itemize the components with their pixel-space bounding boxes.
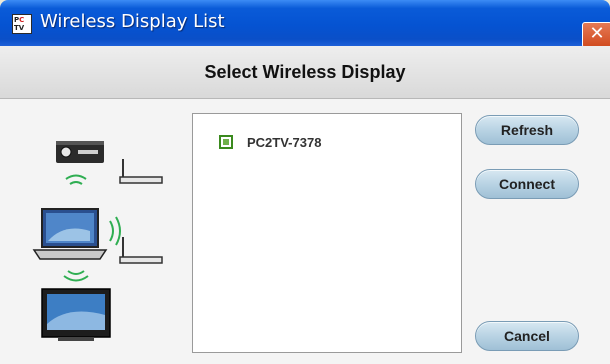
dialog-header: Select Wireless Display <box>0 46 610 99</box>
wireless-connection-illustration <box>32 141 163 341</box>
dialog-content: PC2TV-7378 Refresh Connect Cancel <box>0 99 610 364</box>
title-bar[interactable]: PC TV Wireless Display List ✕ <box>0 0 610 48</box>
laptop-icon <box>32 208 108 260</box>
window-title: Wireless Display List <box>40 11 225 32</box>
close-button[interactable]: ✕ <box>582 22 610 48</box>
display-checkbox[interactable] <box>219 135 233 149</box>
access-point-bottom-icon <box>119 237 163 264</box>
signal-waves-bottom-icon <box>63 270 89 282</box>
refresh-button[interactable]: Refresh <box>475 115 579 145</box>
wireless-display-list[interactable]: PC2TV-7378 <box>192 113 462 353</box>
projector-icon <box>56 141 104 163</box>
access-point-icon <box>119 159 163 184</box>
display-name-label: PC2TV-7378 <box>247 135 322 150</box>
cancel-button[interactable]: Cancel <box>475 321 579 351</box>
signal-waves-top-icon <box>65 174 87 185</box>
signal-waves-side-icon <box>109 216 121 246</box>
wireless-display-list-window: PC TV Wireless Display List ✕ Select Wire… <box>0 0 610 364</box>
tv-icon <box>41 288 111 341</box>
dialog-heading: Select Wireless Display <box>204 62 406 82</box>
connect-button[interactable]: Connect <box>475 169 579 199</box>
app-icon: PC TV <box>12 14 32 34</box>
